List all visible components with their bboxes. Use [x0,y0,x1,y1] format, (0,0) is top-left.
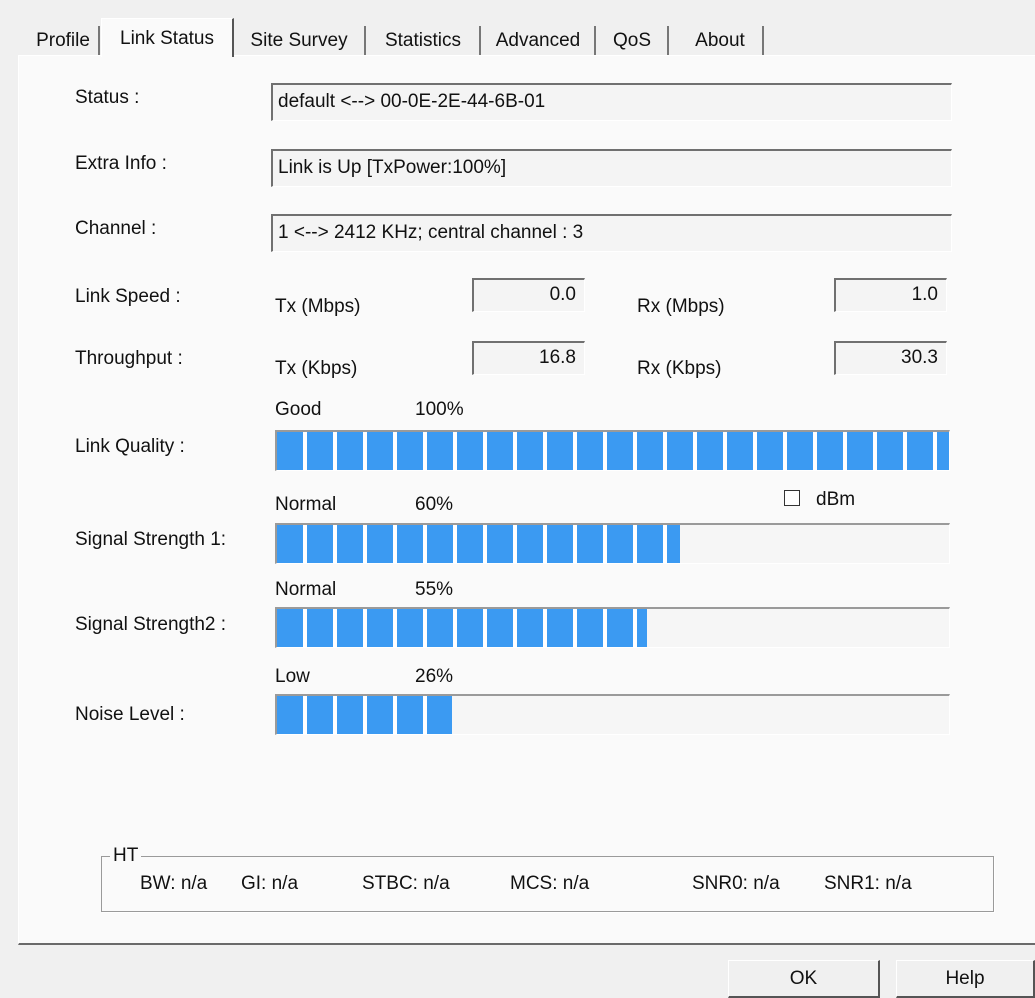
ht-mcs: MCS: n/a [510,873,590,894]
signal1-bar [275,523,950,564]
link-quality-label: Link Quality : [75,436,185,457]
ht-gi: GI: n/a [241,873,299,894]
dbm-label: dBm [816,489,856,510]
tab-link-status[interactable]: Link Status [101,18,234,57]
throughput-rx-value: 30.3 [834,341,947,375]
help-button[interactable]: Help [896,960,1035,998]
dbm-checkbox[interactable] [784,490,800,506]
signal1-label: Signal Strength 1: [75,529,227,550]
link-quality-percent: 100% [415,399,464,420]
link-quality-bar [275,430,950,471]
ht-stbc: STBC: n/a [362,873,450,894]
tab-qos[interactable]: QoS [597,26,669,56]
signal1-bar-fill [277,525,681,563]
throughput-tx-value: 16.8 [472,341,585,375]
noise-level-text: Low [275,666,310,687]
link-speed-tx-value: 0.0 [472,278,585,312]
ht-group-title: HT [110,845,142,867]
status-field: default <--> 00-0E-2E-44-6B-01 [271,83,952,121]
link-quality-bar-fill [277,432,949,470]
tab-profile[interactable]: Profile [28,26,100,56]
signal2-bar-fill [277,609,647,647]
throughput-tx-label: Tx (Kbps) [275,358,358,379]
signal2-label: Signal Strength2 : [75,614,227,635]
noise-level-bar-fill [277,696,452,734]
status-label: Status : [75,87,140,108]
ok-button[interactable]: OK [728,960,880,998]
tab-about[interactable]: About [678,26,764,56]
noise-level-bar [275,694,950,735]
link-status-panel: Status : default <--> 00-0E-2E-44-6B-01 … [18,55,1035,945]
throughput-rx-label: Rx (Kbps) [637,358,722,379]
noise-level-label: Noise Level : [75,704,185,725]
tab-site-survey[interactable]: Site Survey [234,26,366,56]
extra-info-label: Extra Info : [75,153,167,174]
signal2-percent: 55% [415,579,454,600]
ht-group: HT BW: n/a GI: n/a STBC: n/a MCS: n/a SN… [101,845,994,912]
tab-statistics[interactable]: Statistics [367,26,481,56]
tab-strip: Profile Link Status Site Survey Statisti… [28,18,788,57]
ht-snr0: SNR0: n/a [692,873,780,894]
channel-field: 1 <--> 2412 KHz; central channel : 3 [271,214,952,252]
link-speed-rx-value: 1.0 [834,278,947,312]
link-speed-rx-label: Rx (Mbps) [637,296,725,317]
link-quality-level: Good [275,399,322,420]
extra-info-field: Link is Up [TxPower:100%] [271,149,952,187]
tab-advanced[interactable]: Advanced [482,26,596,56]
link-speed-tx-label: Tx (Mbps) [275,296,361,317]
channel-label: Channel : [75,218,157,239]
throughput-label: Throughput : [75,348,183,369]
signal1-level: Normal [275,494,337,515]
ht-bw: BW: n/a [140,873,208,894]
ht-snr1: SNR1: n/a [824,873,912,894]
link-speed-label: Link Speed : [75,286,181,307]
signal2-bar [275,607,950,648]
signal1-percent: 60% [415,494,454,515]
signal2-level: Normal [275,579,337,600]
noise-percent: 26% [415,666,454,687]
